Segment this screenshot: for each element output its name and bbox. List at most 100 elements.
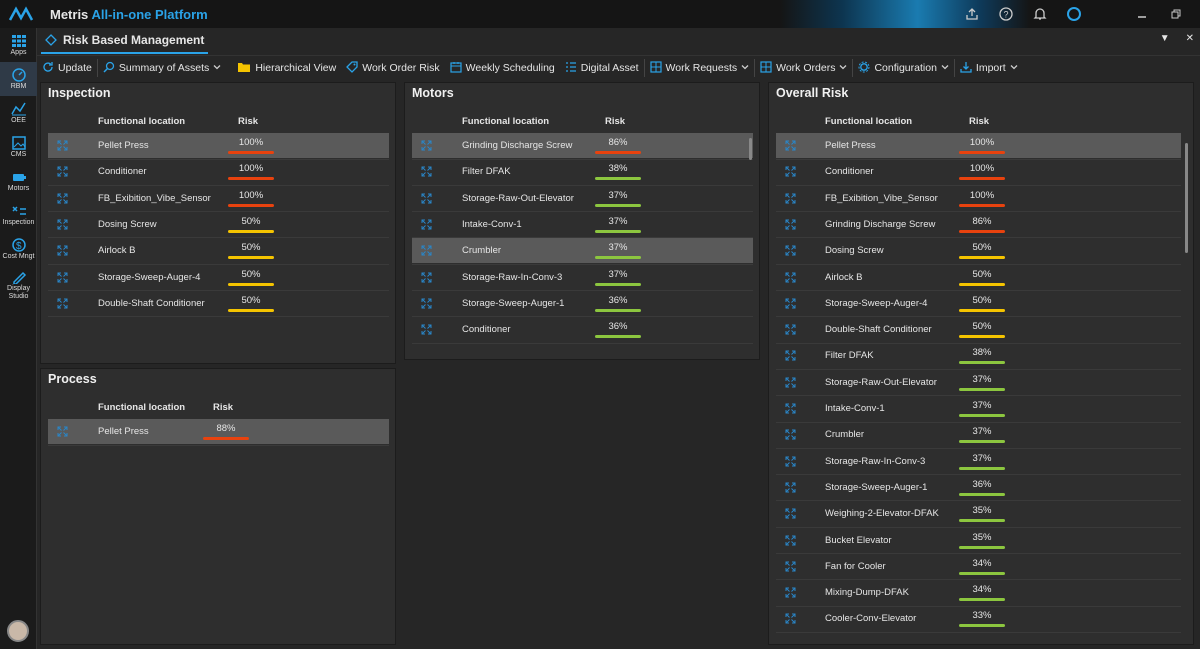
table-row[interactable]: Bucket Elevator 35% [776,528,1181,553]
expand-icon[interactable] [57,426,68,440]
expand-icon[interactable] [785,377,796,391]
table-row[interactable]: Airlock B 50% [48,238,389,263]
expand-icon[interactable] [785,350,796,364]
toolbar-hierarchical-view-button[interactable]: Hierarchical View [232,57,341,79]
expand-icon[interactable] [785,613,796,627]
expand-icon[interactable] [785,403,796,417]
table-row[interactable]: Storage-Sweep-Auger-1 36% [412,291,753,316]
sidebar-item-cost-mngt[interactable]: $ Cost Mngt [0,232,37,266]
expand-icon[interactable] [421,272,432,286]
expand-icon[interactable] [57,219,68,233]
toolbar-update-button[interactable]: Update [37,57,97,79]
sidebar-item-display-studio[interactable]: Display Studio [0,266,37,304]
table-row[interactable]: Storage-Sweep-Auger-4 50% [48,265,389,290]
table-row[interactable]: FB_Exibition_Vibe_Sensor 100% [48,186,389,211]
expand-icon[interactable] [421,245,432,259]
expand-icon[interactable] [785,166,796,180]
avatar[interactable] [7,620,29,642]
table-row[interactable]: Fan for Cooler 34% [776,554,1181,579]
toolbar-work-orders-button[interactable]: Work Orders [755,57,852,79]
expand-icon[interactable] [785,219,796,233]
toolbar-configuration-button[interactable]: Configuration [853,57,953,79]
expand-icon[interactable] [785,245,796,259]
toolbar-weekly-scheduling-button[interactable]: Weekly Scheduling [445,57,560,79]
expand-icon[interactable] [785,456,796,470]
table-row[interactable]: Grinding Discharge Screw 86% [412,133,753,158]
table-row[interactable]: Pellet Press 100% [48,133,389,158]
expand-icon[interactable] [785,561,796,575]
share-icon[interactable] [962,4,982,24]
table-row[interactable]: FB_Exibition_Vibe_Sensor 100% [776,186,1181,211]
table-row[interactable]: Pellet Press 88% [48,419,389,444]
expand-icon[interactable] [57,272,68,286]
table-row[interactable]: Filter DFAK 38% [776,343,1181,368]
expand-icon[interactable] [57,245,68,259]
expand-icon[interactable] [57,140,68,154]
user-profile-icon[interactable] [1064,4,1084,24]
toolbar-digital-asset-button[interactable]: Digital Asset [560,57,644,79]
toolbar-import-button[interactable]: Import [955,57,1023,79]
toolbar-work-order-risk-button[interactable]: Work Order Risk [341,57,444,79]
table-row[interactable]: Mixing-Dump-DFAK 34% [776,580,1181,605]
expand-icon[interactable] [785,587,796,601]
sidebar-item-apps[interactable]: Apps [0,28,37,62]
toolbar-summary-of-assets-button[interactable]: Summary of Assets [98,57,226,79]
table-row[interactable]: Storage-Sweep-Auger-4 50% [776,291,1181,316]
expand-icon[interactable] [57,298,68,312]
table-row[interactable]: Double-Shaft Conditioner 50% [48,291,389,316]
tab-risk-based-management[interactable]: Risk Based Management [41,28,209,54]
expand-icon[interactable] [785,482,796,496]
tab-menu-icon[interactable]: ▼ [1160,33,1170,44]
expand-icon[interactable] [785,193,796,207]
table-row[interactable]: Conditioner 100% [48,159,389,184]
table-row[interactable]: Conditioner 36% [412,317,753,342]
minimize-icon[interactable] [1132,4,1152,24]
sidebar-item-cms[interactable]: CMS [0,130,37,164]
expand-icon[interactable] [421,140,432,154]
sidebar-item-rbm[interactable]: RBM [0,62,37,96]
expand-icon[interactable] [421,219,432,233]
table-row[interactable]: Cooler-Conv-Elevator 33% [776,606,1181,631]
table-row[interactable]: Pellet Press 100% [776,133,1181,158]
table-row[interactable]: Weighing-2-Elevator-DFAK 35% [776,501,1181,526]
expand-icon[interactable] [57,193,68,207]
scrollbar[interactable] [1185,143,1188,253]
table-row[interactable]: Airlock B 50% [776,265,1181,290]
table-row[interactable]: Crumbler 37% [776,422,1181,447]
expand-icon[interactable] [421,193,432,207]
table-row[interactable]: Conditioner 100% [776,159,1181,184]
sidebar-item-motors[interactable]: Motors [0,164,37,198]
sidebar-item-inspection[interactable]: Inspection [0,198,37,232]
help-icon[interactable]: ? [996,4,1016,24]
table-row[interactable]: Intake-Conv-1 37% [412,212,753,237]
table-row[interactable]: Storage-Raw-In-Conv-3 37% [776,449,1181,474]
table-row[interactable]: Intake-Conv-1 37% [776,396,1181,421]
expand-icon[interactable] [785,298,796,312]
table-row[interactable]: Crumbler 37% [412,238,753,264]
table-row[interactable]: Double-Shaft Conditioner 50% [776,317,1181,342]
sidebar-item-oee[interactable]: OEE [0,96,37,130]
table-row[interactable]: Storage-Raw-Out-Elevator 37% [776,370,1181,395]
expand-icon[interactable] [421,298,432,312]
table-row[interactable]: Grinding Discharge Screw 86% [776,212,1181,237]
expand-icon[interactable] [785,140,796,154]
expand-icon[interactable] [421,324,432,338]
table-row[interactable]: Dosing Screw 50% [48,212,389,237]
table-row[interactable]: Storage-Sweep-Auger-1 36% [776,475,1181,500]
table-row[interactable]: Storage-Raw-In-Conv-3 37% [412,265,753,290]
bell-icon[interactable] [1030,4,1050,24]
expand-icon[interactable] [421,166,432,180]
scrollbar[interactable] [749,138,752,160]
close-icon[interactable]: ✕ [1186,33,1194,44]
expand-icon[interactable] [785,324,796,338]
expand-icon[interactable] [785,429,796,443]
expand-icon[interactable] [785,508,796,522]
table-row[interactable]: Storage-Raw-Out-Elevator 37% [412,186,753,211]
toolbar-work-requests-button[interactable]: Work Requests [645,57,755,79]
expand-icon[interactable] [57,166,68,180]
table-row[interactable]: Dosing Screw 50% [776,238,1181,263]
table-row[interactable]: Filter DFAK 38% [412,159,753,184]
restore-icon[interactable] [1166,4,1186,24]
expand-icon[interactable] [785,272,796,286]
expand-icon[interactable] [785,535,796,549]
